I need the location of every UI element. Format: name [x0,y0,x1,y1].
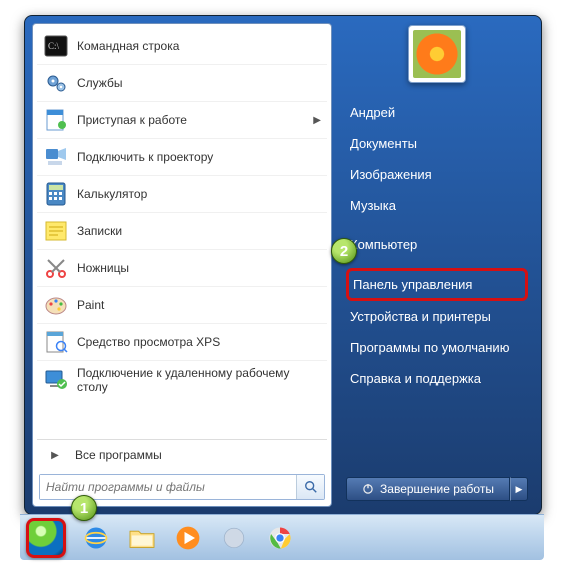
media-icon [174,524,202,552]
spacer [346,260,528,268]
avatar-wrap [346,25,528,83]
doc-icon [43,107,69,133]
taskbar-ie[interactable] [80,522,112,554]
spacer [346,221,528,229]
chrome-icon [267,525,293,551]
callout-1-label: 1 [80,500,88,517]
program-item-1[interactable]: Службы [37,64,327,101]
right-link-8[interactable]: Справка и поддержка [346,363,528,394]
rdp-icon [43,367,69,393]
program-label: Приступая к работе [77,113,309,127]
chevron-right-icon: ▶ [313,115,321,126]
folder-icon [128,526,156,550]
search-icon [304,480,318,494]
program-item-6[interactable]: Ножницы [37,249,327,286]
right-link-0[interactable]: Андрей [346,97,528,128]
taskbar [20,514,544,560]
program-label: Службы [77,76,321,90]
ie-icon [82,524,110,552]
program-label: Paint [77,298,321,312]
taskbar-explorer[interactable] [126,522,158,554]
svg-text:C:\: C:\ [48,41,60,51]
right-link-6[interactable]: Устройства и принтеры [346,301,528,332]
program-label: Средство просмотра XPS [77,335,321,349]
all-programs-label: Все программы [75,448,162,462]
taskbar-chrome[interactable] [264,522,296,554]
program-item-9[interactable]: Подключение к удаленному рабочему столу [37,360,327,400]
program-label: Подключение к удаленному рабочему столу [77,366,321,395]
right-panel: АндрейДокументыИзображенияМузыка Компьюте… [332,23,534,507]
program-label: Командная строка [77,39,321,53]
right-link-1[interactable]: Документы [346,128,528,159]
program-item-0[interactable]: C:\ Командная строка [37,28,327,64]
shutdown-icon [362,483,374,495]
right-link-control-panel[interactable]: Панель управления [346,268,528,301]
projector-icon [43,144,69,170]
triangle-right-icon: ▶ [43,450,67,461]
taskbar-mediaplayer[interactable] [172,522,204,554]
paint-icon [43,292,69,318]
snip-icon [43,255,69,281]
xps-icon [43,329,69,355]
calc-icon [43,181,69,207]
shutdown-button[interactable]: Завершение работы [346,477,510,501]
program-list: C:\ Командная строка Службы Приступая к раб… [37,28,327,437]
callout-2-label: 2 [340,243,348,260]
all-programs[interactable]: ▶ Все программы [37,442,327,468]
right-link-7[interactable]: Программы по умолчанию [346,332,528,363]
start-menu: C:\ Командная строка Службы Приступая к раб… [24,15,542,515]
shutdown-options[interactable]: ▶ [510,477,528,501]
program-label: Калькулятор [77,187,321,201]
right-link-4[interactable]: Компьютер [346,229,528,260]
right-links: АндрейДокументыИзображенияМузыка Компьюте… [346,97,528,394]
program-label: Подключить к проектору [77,150,321,164]
program-item-8[interactable]: Средство просмотра XPS [37,323,327,360]
taskbar-app[interactable] [218,522,250,554]
program-item-2[interactable]: Приступая к работе ▶ [37,101,327,138]
shutdown-label: Завершение работы [380,482,494,496]
globe-icon [221,525,247,551]
program-label: Записки [77,224,321,238]
program-label: Ножницы [77,261,321,275]
search-button[interactable] [296,475,324,499]
separator [37,439,327,440]
program-item-3[interactable]: Подключить к проектору [37,138,327,175]
notes-icon [43,218,69,244]
program-item-5[interactable]: Записки [37,212,327,249]
shutdown-row: Завершение работы ▶ [346,477,528,501]
program-item-4[interactable]: Калькулятор [37,175,327,212]
program-item-7[interactable]: Paint [37,286,327,323]
gears-icon [43,70,69,96]
user-avatar[interactable] [408,25,466,83]
cmd-icon: C:\ [43,33,69,59]
callout-2: 2 [331,238,357,264]
right-link-2[interactable]: Изображения [346,159,528,190]
programs-panel: C:\ Командная строка Службы Приступая к раб… [32,23,332,507]
avatar-flower-icon [413,30,461,78]
start-button[interactable] [26,518,66,558]
right-link-3[interactable]: Музыка [346,190,528,221]
callout-1: 1 [71,495,97,521]
